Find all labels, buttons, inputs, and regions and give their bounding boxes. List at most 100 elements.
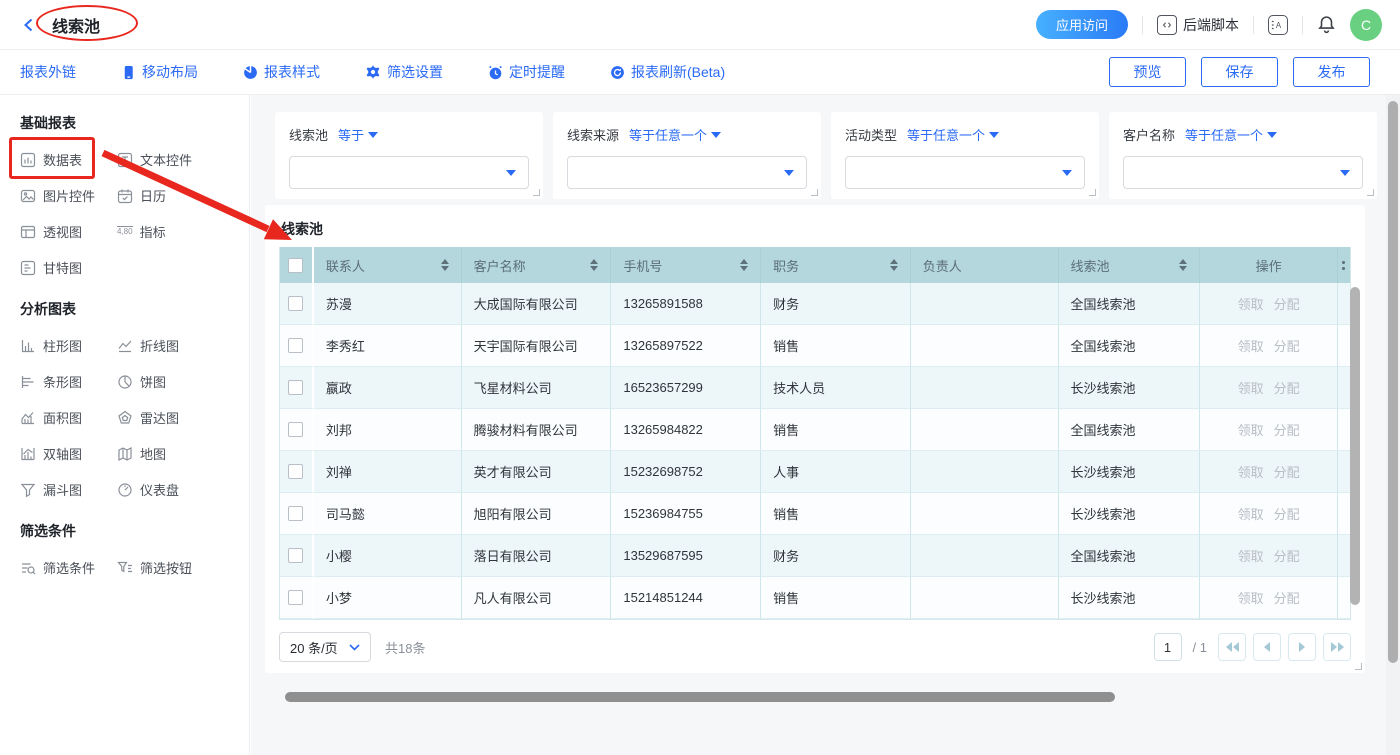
toolbar-item-report-refresh[interactable]: 报表刷新(Beta) [610, 62, 725, 82]
table-vertical-scrollbar[interactable] [1350, 287, 1360, 605]
column-header-phone[interactable]: 手机号 [611, 247, 761, 283]
publish-button[interactable]: 发布 [1293, 57, 1370, 87]
filter-card-lead-pool[interactable]: 线索池 等于 [275, 112, 543, 199]
filter-operator[interactable]: 等于任意一个 [629, 125, 721, 144]
column-header-owner[interactable]: 负责人 [911, 247, 1059, 283]
resize-grip[interactable] [1367, 189, 1374, 196]
sidebar-item-calendar[interactable]: 日历 [117, 186, 237, 205]
sort-icon[interactable] [890, 259, 898, 271]
sidebar-item-area-chart[interactable]: 面积图 [20, 408, 117, 427]
table-row[interactable]: 李秀红 天宇国际有限公司 13265897522 销售 全国线索池 领取分配 [280, 325, 1350, 367]
assign-link[interactable]: 分配 [1274, 378, 1300, 397]
table-horizontal-scrollbar[interactable] [285, 692, 1115, 702]
assign-link[interactable]: 分配 [1274, 504, 1300, 523]
row-checkbox[interactable] [288, 338, 303, 353]
column-header-customer[interactable]: 客户名称 [462, 247, 612, 283]
table-row[interactable]: 嬴政 飞星材料公司 16523657299 技术人员 长沙线索池 领取分配 [280, 367, 1350, 409]
table-row[interactable]: 刘禅 英才有限公司 15232698752 人事 长沙线索池 领取分配 [280, 451, 1350, 493]
sidebar-item-dual-axis-chart[interactable]: 双轴图 [20, 444, 117, 463]
toolbar-item-scheduled-reminder[interactable]: 定时提醒 [488, 62, 565, 82]
filter-select[interactable] [567, 156, 807, 189]
select-all-checkbox[interactable] [280, 247, 314, 283]
assign-link[interactable]: 分配 [1274, 336, 1300, 355]
table-row[interactable]: 司马懿 旭阳有限公司 15236984755 销售 长沙线索池 领取分配 [280, 493, 1350, 535]
sidebar-item-metric[interactable]: 4,80 指标 [117, 222, 237, 241]
save-button[interactable]: 保存 [1201, 57, 1278, 87]
first-page-button[interactable] [1218, 633, 1246, 661]
sort-icon[interactable] [1179, 259, 1187, 271]
resize-grip[interactable] [1089, 189, 1096, 196]
sidebar-item-data-table[interactable]: 数据表 [20, 150, 117, 169]
back-button[interactable] [18, 14, 40, 36]
filter-operator[interactable]: 等于任意一个 [1185, 125, 1277, 144]
sidebar-item-gauge[interactable]: 仪表盘 [117, 480, 237, 499]
page-size-select[interactable]: 20 条/页 [279, 632, 371, 662]
resize-grip[interactable] [811, 189, 818, 196]
sidebar-item-gantt[interactable]: 甘特图 [20, 258, 117, 277]
assign-link[interactable]: 分配 [1274, 294, 1300, 313]
claim-link[interactable]: 领取 [1238, 294, 1264, 313]
sidebar-item-filter-condition[interactable]: 筛选条件 [20, 558, 117, 577]
contacts-button[interactable]: A [1268, 15, 1288, 35]
filter-operator[interactable]: 等于 [338, 125, 378, 144]
filter-card-activity-type[interactable]: 活动类型 等于任意一个 [831, 112, 1099, 199]
row-checkbox[interactable] [288, 380, 303, 395]
sidebar-item-filter-button[interactable]: 筛选按钮 [117, 558, 237, 577]
table-row[interactable]: 小梦 凡人有限公司 15214851244 销售 长沙线索池 领取分配 [280, 577, 1350, 619]
sidebar-item-text-widget[interactable]: 文本控件 [117, 150, 237, 169]
assign-link[interactable]: 分配 [1274, 588, 1300, 607]
assign-link[interactable]: 分配 [1274, 462, 1300, 481]
claim-link[interactable]: 领取 [1238, 462, 1264, 481]
claim-link[interactable]: 领取 [1238, 546, 1264, 565]
toolbar-item-external-link[interactable]: 报表外链 [20, 62, 76, 82]
column-header-job[interactable]: 职务 [761, 247, 911, 283]
filter-select[interactable] [289, 156, 529, 189]
sidebar-item-funnel-chart[interactable]: 漏斗图 [20, 480, 117, 499]
row-checkbox[interactable] [288, 296, 303, 311]
row-checkbox[interactable] [288, 590, 303, 605]
sort-icon[interactable] [740, 259, 748, 271]
row-checkbox[interactable] [288, 506, 303, 521]
assign-link[interactable]: 分配 [1274, 546, 1300, 565]
column-header-contact[interactable]: 联系人 [314, 247, 462, 283]
toolbar-item-report-style[interactable]: 报表样式 [243, 62, 320, 82]
avatar[interactable]: C [1350, 9, 1382, 41]
row-checkbox[interactable] [288, 548, 303, 563]
claim-link[interactable]: 领取 [1238, 420, 1264, 439]
table-row[interactable]: 苏漫 大成国际有限公司 13265891588 财务 全国线索池 领取分配 [280, 283, 1350, 325]
sidebar-item-line-chart[interactable]: 折线图 [117, 336, 237, 355]
table-row[interactable]: 小樱 落日有限公司 13529687595 财务 全国线索池 领取分配 [280, 535, 1350, 577]
filter-select[interactable] [1123, 156, 1363, 189]
sidebar-item-column-chart[interactable]: 柱形图 [20, 336, 117, 355]
claim-link[interactable]: 领取 [1238, 588, 1264, 607]
sidebar-item-map[interactable]: 地图 [117, 444, 237, 463]
filter-card-lead-source[interactable]: 线索来源 等于任意一个 [553, 112, 821, 199]
filter-card-customer-name[interactable]: 客户名称 等于任意一个 [1109, 112, 1377, 199]
row-checkbox[interactable] [288, 422, 303, 437]
claim-link[interactable]: 领取 [1238, 336, 1264, 355]
filter-select[interactable] [845, 156, 1085, 189]
current-page-box[interactable]: 1 [1154, 633, 1182, 661]
sidebar-item-pie-chart[interactable]: 饼图 [117, 372, 237, 391]
sidebar-item-pivot-table[interactable]: 透视图 [20, 222, 117, 241]
backend-script-button[interactable]: 后端脚本 [1157, 15, 1239, 35]
preview-button[interactable]: 预览 [1109, 57, 1186, 87]
column-header-pool[interactable]: 线索池 [1059, 247, 1201, 283]
row-checkbox[interactable] [288, 464, 303, 479]
filter-operator[interactable]: 等于任意一个 [907, 125, 999, 144]
resize-grip[interactable] [1355, 663, 1362, 670]
last-page-button[interactable] [1323, 633, 1351, 661]
page-scrollbar-thumb[interactable] [1388, 101, 1398, 663]
toolbar-item-mobile-layout[interactable]: 移动布局 [121, 62, 198, 82]
sidebar-item-bar-chart[interactable]: 条形图 [20, 372, 117, 391]
resize-grip[interactable] [533, 189, 540, 196]
notifications-button[interactable] [1317, 15, 1336, 34]
toolbar-item-filter-settings[interactable]: 筛选设置 [365, 62, 443, 82]
app-access-button[interactable]: 应用访问 [1036, 10, 1128, 39]
sort-icon[interactable] [441, 259, 449, 271]
claim-link[interactable]: 领取 [1238, 504, 1264, 523]
assign-link[interactable]: 分配 [1274, 420, 1300, 439]
sort-icon[interactable] [590, 259, 598, 271]
prev-page-button[interactable] [1253, 633, 1281, 661]
column-settings-icon[interactable] [1338, 247, 1350, 283]
